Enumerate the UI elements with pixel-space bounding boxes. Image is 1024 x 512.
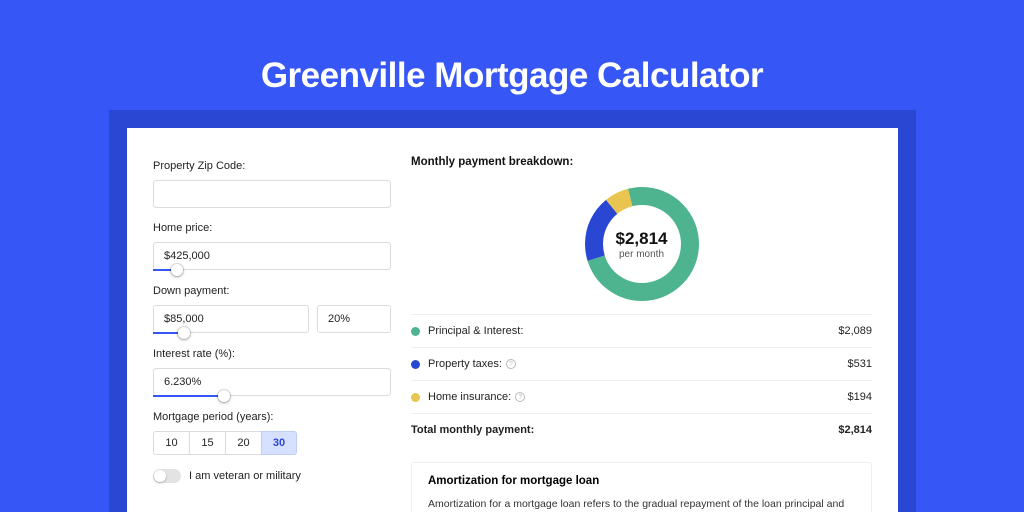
legend: Principal & Interest: $2,089 Property taxe… [411, 314, 872, 413]
inputs-column: Property Zip Code: Home price: Down paym… [127, 128, 391, 512]
donut-center: $2,814 per month [580, 182, 704, 306]
toggle-knob [154, 470, 166, 482]
down-payment-amount-input[interactable] [153, 305, 309, 333]
legend-amount: $194 [848, 391, 872, 403]
home-price-input[interactable] [153, 242, 391, 270]
donut-amount: $2,814 [616, 229, 668, 249]
legend-row-tax: Property taxes:? $531 [411, 347, 872, 380]
zip-input[interactable] [153, 180, 391, 208]
veteran-row: I am veteran or military [153, 469, 391, 483]
app-root: Greenville Mortgage Calculator Property … [0, 0, 1024, 512]
zip-field: Property Zip Code: [153, 160, 391, 208]
zip-label: Property Zip Code: [153, 160, 391, 172]
period-button-20[interactable]: 20 [225, 431, 261, 455]
period-field: Mortgage period (years): 10152030 [153, 411, 391, 455]
legend-row-ins: Home insurance:? $194 [411, 380, 872, 413]
period-button-30[interactable]: 30 [261, 431, 297, 455]
donut-chart: $2,814 per month [580, 182, 704, 306]
total-amount: $2,814 [838, 424, 872, 436]
home-price-field: Home price: [153, 222, 391, 271]
legend-amount: $2,089 [838, 325, 872, 337]
legend-amount: $531 [848, 358, 872, 370]
legend-label: Property taxes: [428, 358, 502, 370]
down-payment-slider[interactable] [153, 332, 309, 334]
period-button-15[interactable]: 15 [189, 431, 225, 455]
legend-label: Home insurance: [428, 391, 511, 403]
legend-dot [411, 327, 420, 336]
breakdown-heading: Monthly payment breakdown: [411, 156, 872, 168]
down-payment-label: Down payment: [153, 285, 391, 297]
home-price-slider[interactable] [153, 269, 391, 271]
legend-row-pi: Principal & Interest: $2,089 [411, 314, 872, 347]
page-title: Greenville Mortgage Calculator [0, 0, 1024, 96]
donut-wrap: $2,814 per month [411, 168, 872, 314]
slider-thumb[interactable] [178, 327, 190, 339]
legend-label: Principal & Interest: [428, 325, 523, 337]
interest-input[interactable] [153, 368, 391, 396]
period-label: Mortgage period (years): [153, 411, 391, 423]
results-column: Monthly payment breakdown: $2,814 per mo… [391, 128, 898, 512]
info-icon[interactable]: ? [506, 359, 516, 369]
veteran-toggle[interactable] [153, 469, 181, 483]
amortization-heading: Amortization for mortgage loan [428, 475, 855, 487]
donut-sub: per month [619, 249, 664, 260]
total-label: Total monthly payment: [411, 424, 534, 436]
slider-thumb[interactable] [218, 390, 230, 402]
interest-field: Interest rate (%): [153, 348, 391, 397]
veteran-label: I am veteran or military [189, 470, 301, 482]
slider-thumb[interactable] [171, 264, 183, 276]
interest-slider[interactable] [153, 395, 391, 397]
down-payment-field: Down payment: [153, 285, 391, 334]
home-price-label: Home price: [153, 222, 391, 234]
amortization-box: Amortization for mortgage loan Amortizat… [411, 462, 872, 512]
calculator-panel: Property Zip Code: Home price: Down paym… [127, 128, 898, 512]
period-buttons: 10152030 [153, 431, 391, 455]
legend-dot [411, 393, 420, 402]
legend-dot [411, 360, 420, 369]
total-row: Total monthly payment: $2,814 [411, 413, 872, 446]
amortization-body: Amortization for a mortgage loan refers … [428, 497, 855, 512]
info-icon[interactable]: ? [515, 392, 525, 402]
down-payment-percent-input[interactable] [317, 305, 391, 333]
interest-label: Interest rate (%): [153, 348, 391, 360]
period-button-10[interactable]: 10 [153, 431, 189, 455]
